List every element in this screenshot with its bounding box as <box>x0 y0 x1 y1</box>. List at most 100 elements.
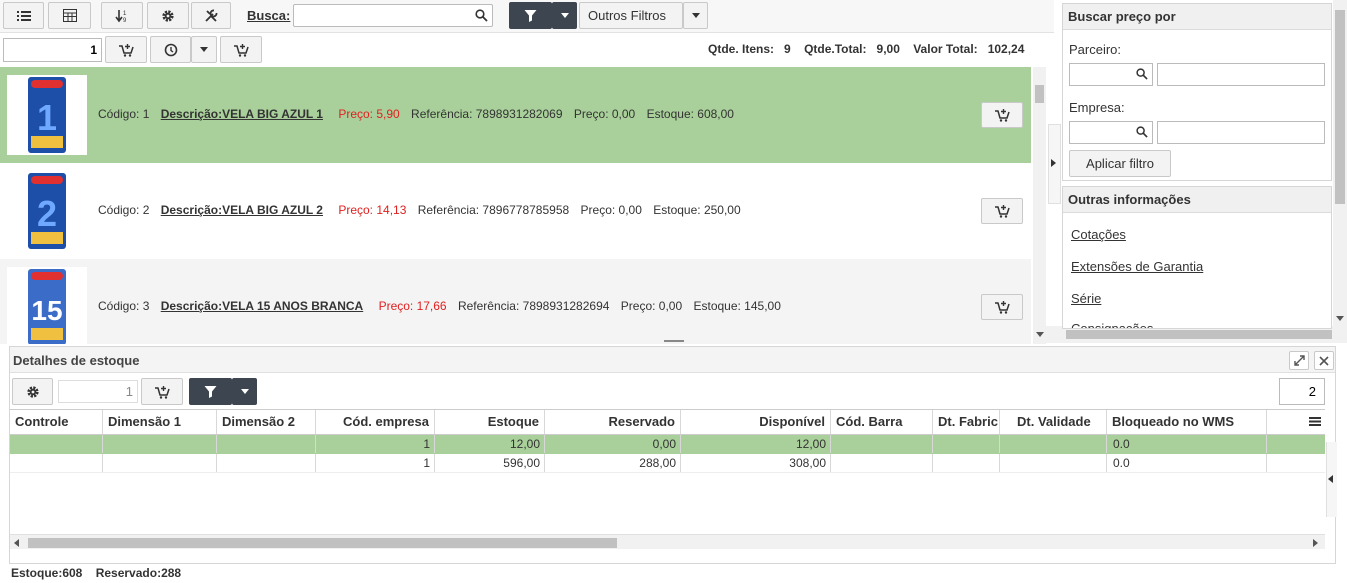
add-to-cart-button[interactable] <box>105 36 147 63</box>
product-row[interactable]: 2 Código: 2 Descrição:VELA BIG AZUL 2 Pr… <box>0 163 1031 259</box>
cart-icon <box>119 43 134 57</box>
other-filters-button[interactable]: Outros Filtros <box>579 2 683 29</box>
table-row[interactable]: 1 12,00 0,00 12,00 0.0 <box>10 435 1325 454</box>
price-search-panel: Buscar preço por Parceiro: Empresa: Apli… <box>1062 3 1332 181</box>
product-row[interactable]: 1 Código: 1 Descrição:VELA BIG AZUL 1 Pr… <box>0 67 1031 163</box>
column-header-bloqueado-wms[interactable]: Bloqueado no WMS <box>1107 410 1267 434</box>
stock-details-panel: Detalhes de estoque Controle Dimensão 1 … <box>9 346 1337 564</box>
list-view-button[interactable] <box>3 2 44 29</box>
product-code: Código: 1 <box>98 107 150 121</box>
svg-text:9: 9 <box>123 18 127 23</box>
scroll-left-arrow[interactable] <box>14 539 19 547</box>
product-list-scrollbar[interactable] <box>1033 67 1046 344</box>
scrollbar-thumb[interactable] <box>28 538 617 548</box>
cart-icon <box>155 385 170 399</box>
cell-cod-barra <box>831 435 933 453</box>
column-menu-icon[interactable] <box>1309 415 1322 429</box>
history-dropdown[interactable] <box>191 36 217 63</box>
product-price-secondary: Preço: 0,00 <box>573 107 636 121</box>
cell-dimensao-2 <box>217 454 316 472</box>
scroll-right-arrow[interactable] <box>1313 539 1318 547</box>
cell-dt-fabric <box>933 454 1000 472</box>
stock-settings-button[interactable] <box>12 378 53 405</box>
other-filters-dropdown[interactable] <box>683 2 708 29</box>
clock-icon <box>164 43 177 56</box>
product-list[interactable]: 1 Código: 1 Descrição:VELA BIG AZUL 1 Pr… <box>0 67 1046 344</box>
column-header-estoque[interactable]: Estoque <box>435 410 545 434</box>
cart-options-button[interactable] <box>220 36 262 63</box>
scroll-down-arrow[interactable] <box>1336 316 1344 321</box>
column-header-dimensao-2[interactable]: Dimensão 2 <box>217 410 316 434</box>
scrollbar-thumb[interactable] <box>1066 330 1332 339</box>
candle-image: 2 <box>28 173 66 249</box>
cell-estoque: 596,00 <box>435 454 545 472</box>
side-panel-scrollbar[interactable] <box>1333 0 1347 326</box>
empresa-name-input[interactable] <box>1157 121 1325 144</box>
cotacoes-link[interactable]: Cotações <box>1071 227 1126 242</box>
other-info-title: Outras informações <box>1063 187 1331 213</box>
close-button[interactable] <box>1314 351 1334 370</box>
splitter-handle[interactable] <box>664 340 684 342</box>
stock-grid[interactable]: Controle Dimensão 1 Dimensão 2 Cód. empr… <box>10 409 1325 549</box>
footer-estoque: Estoque:608 <box>11 566 83 580</box>
product-reference: Referência: 7896778785958 <box>417 203 570 217</box>
product-reference: Referência: 7898931282069 <box>411 107 563 121</box>
maximize-button[interactable] <box>1289 351 1309 370</box>
product-add-to-cart-button[interactable] <box>981 294 1023 320</box>
scrollbar-thumb[interactable] <box>1035 85 1044 103</box>
serie-link[interactable]: Série <box>1071 291 1101 306</box>
table-row[interactable]: 1 596,00 288,00 308,00 0.0 <box>10 454 1325 473</box>
parceiro-label: Parceiro: <box>1069 42 1122 57</box>
cell-bloqueado-wms: 0.0 <box>1107 435 1267 453</box>
stock-filter-button[interactable] <box>189 378 232 405</box>
sort-button[interactable]: 19 <box>101 2 143 29</box>
apply-filter-button[interactable]: Aplicar filtro <box>1069 150 1171 177</box>
cell-dt-validade <box>1000 435 1107 453</box>
product-code: Código: 3 <box>98 299 150 313</box>
filter-dropdown-button[interactable] <box>552 2 577 29</box>
settings-button[interactable] <box>147 2 189 29</box>
column-header-dimensao-1[interactable]: Dimensão 1 <box>103 410 217 434</box>
svg-text:15: 15 <box>31 295 62 326</box>
column-header-controle[interactable]: Controle <box>10 410 103 434</box>
grid-view-button[interactable] <box>48 2 91 29</box>
stock-quantity-input[interactable] <box>58 380 138 403</box>
stock-add-to-cart-button[interactable] <box>141 378 183 405</box>
scrollbar-thumb[interactable] <box>1335 10 1345 204</box>
parceiro-name-input[interactable] <box>1157 63 1325 86</box>
search-input[interactable] <box>293 4 493 27</box>
stock-filter-dropdown[interactable] <box>232 378 257 405</box>
column-header-cod-barra[interactable]: Cód. Barra <box>831 410 933 434</box>
product-add-to-cart-button[interactable] <box>981 102 1023 128</box>
product-description-link[interactable]: Descrição:VELA BIG AZUL 1 <box>161 107 323 121</box>
product-add-to-cart-button[interactable] <box>981 198 1023 224</box>
product-description-link[interactable]: Descrição:VELA 15 ANOS BRANCA <box>161 299 364 313</box>
qtde-total-label: Qtde.Total: <box>804 42 867 56</box>
tools-button[interactable] <box>191 2 231 29</box>
product-row[interactable]: 15 Código: 3 Descrição:VELA 15 ANOS BRAN… <box>0 259 1031 344</box>
column-header-disponivel[interactable]: Disponível <box>681 410 831 434</box>
column-header-cod-empresa[interactable]: Cód. empresa <box>316 410 435 434</box>
history-button[interactable] <box>150 36 191 63</box>
filter-button[interactable] <box>509 2 552 29</box>
scroll-down-arrow[interactable] <box>1036 332 1044 337</box>
cart-icon <box>995 109 1010 122</box>
search-icon[interactable] <box>475 9 488 22</box>
page-size-input[interactable] <box>1279 378 1325 405</box>
column-header-dt-fabric[interactable]: Dt. Fabric <box>933 410 1000 434</box>
search-icon[interactable] <box>1136 126 1148 138</box>
search-icon[interactable] <box>1136 68 1148 80</box>
chevron-down-icon <box>240 389 249 394</box>
product-thumbnail: 1 <box>7 75 87 155</box>
column-header-reservado[interactable]: Reservado <box>545 410 681 434</box>
quantity-input[interactable] <box>3 38 102 62</box>
apply-filter-label: Aplicar filtro <box>1086 156 1154 171</box>
product-price-secondary: Preço: 0,00 <box>620 299 683 313</box>
column-header-dt-validade[interactable]: Dt. Validade <box>1000 410 1107 434</box>
extensoes-garantia-link[interactable]: Extensões de Garantia <box>1071 259 1203 274</box>
cart-icon <box>995 205 1010 218</box>
table-icon <box>62 9 77 22</box>
product-description-link[interactable]: Descrição:VELA BIG AZUL 2 <box>161 203 323 217</box>
grid-horizontal-scrollbar[interactable] <box>10 534 1325 549</box>
consignacoes-link[interactable]: Consignações <box>1071 321 1153 328</box>
